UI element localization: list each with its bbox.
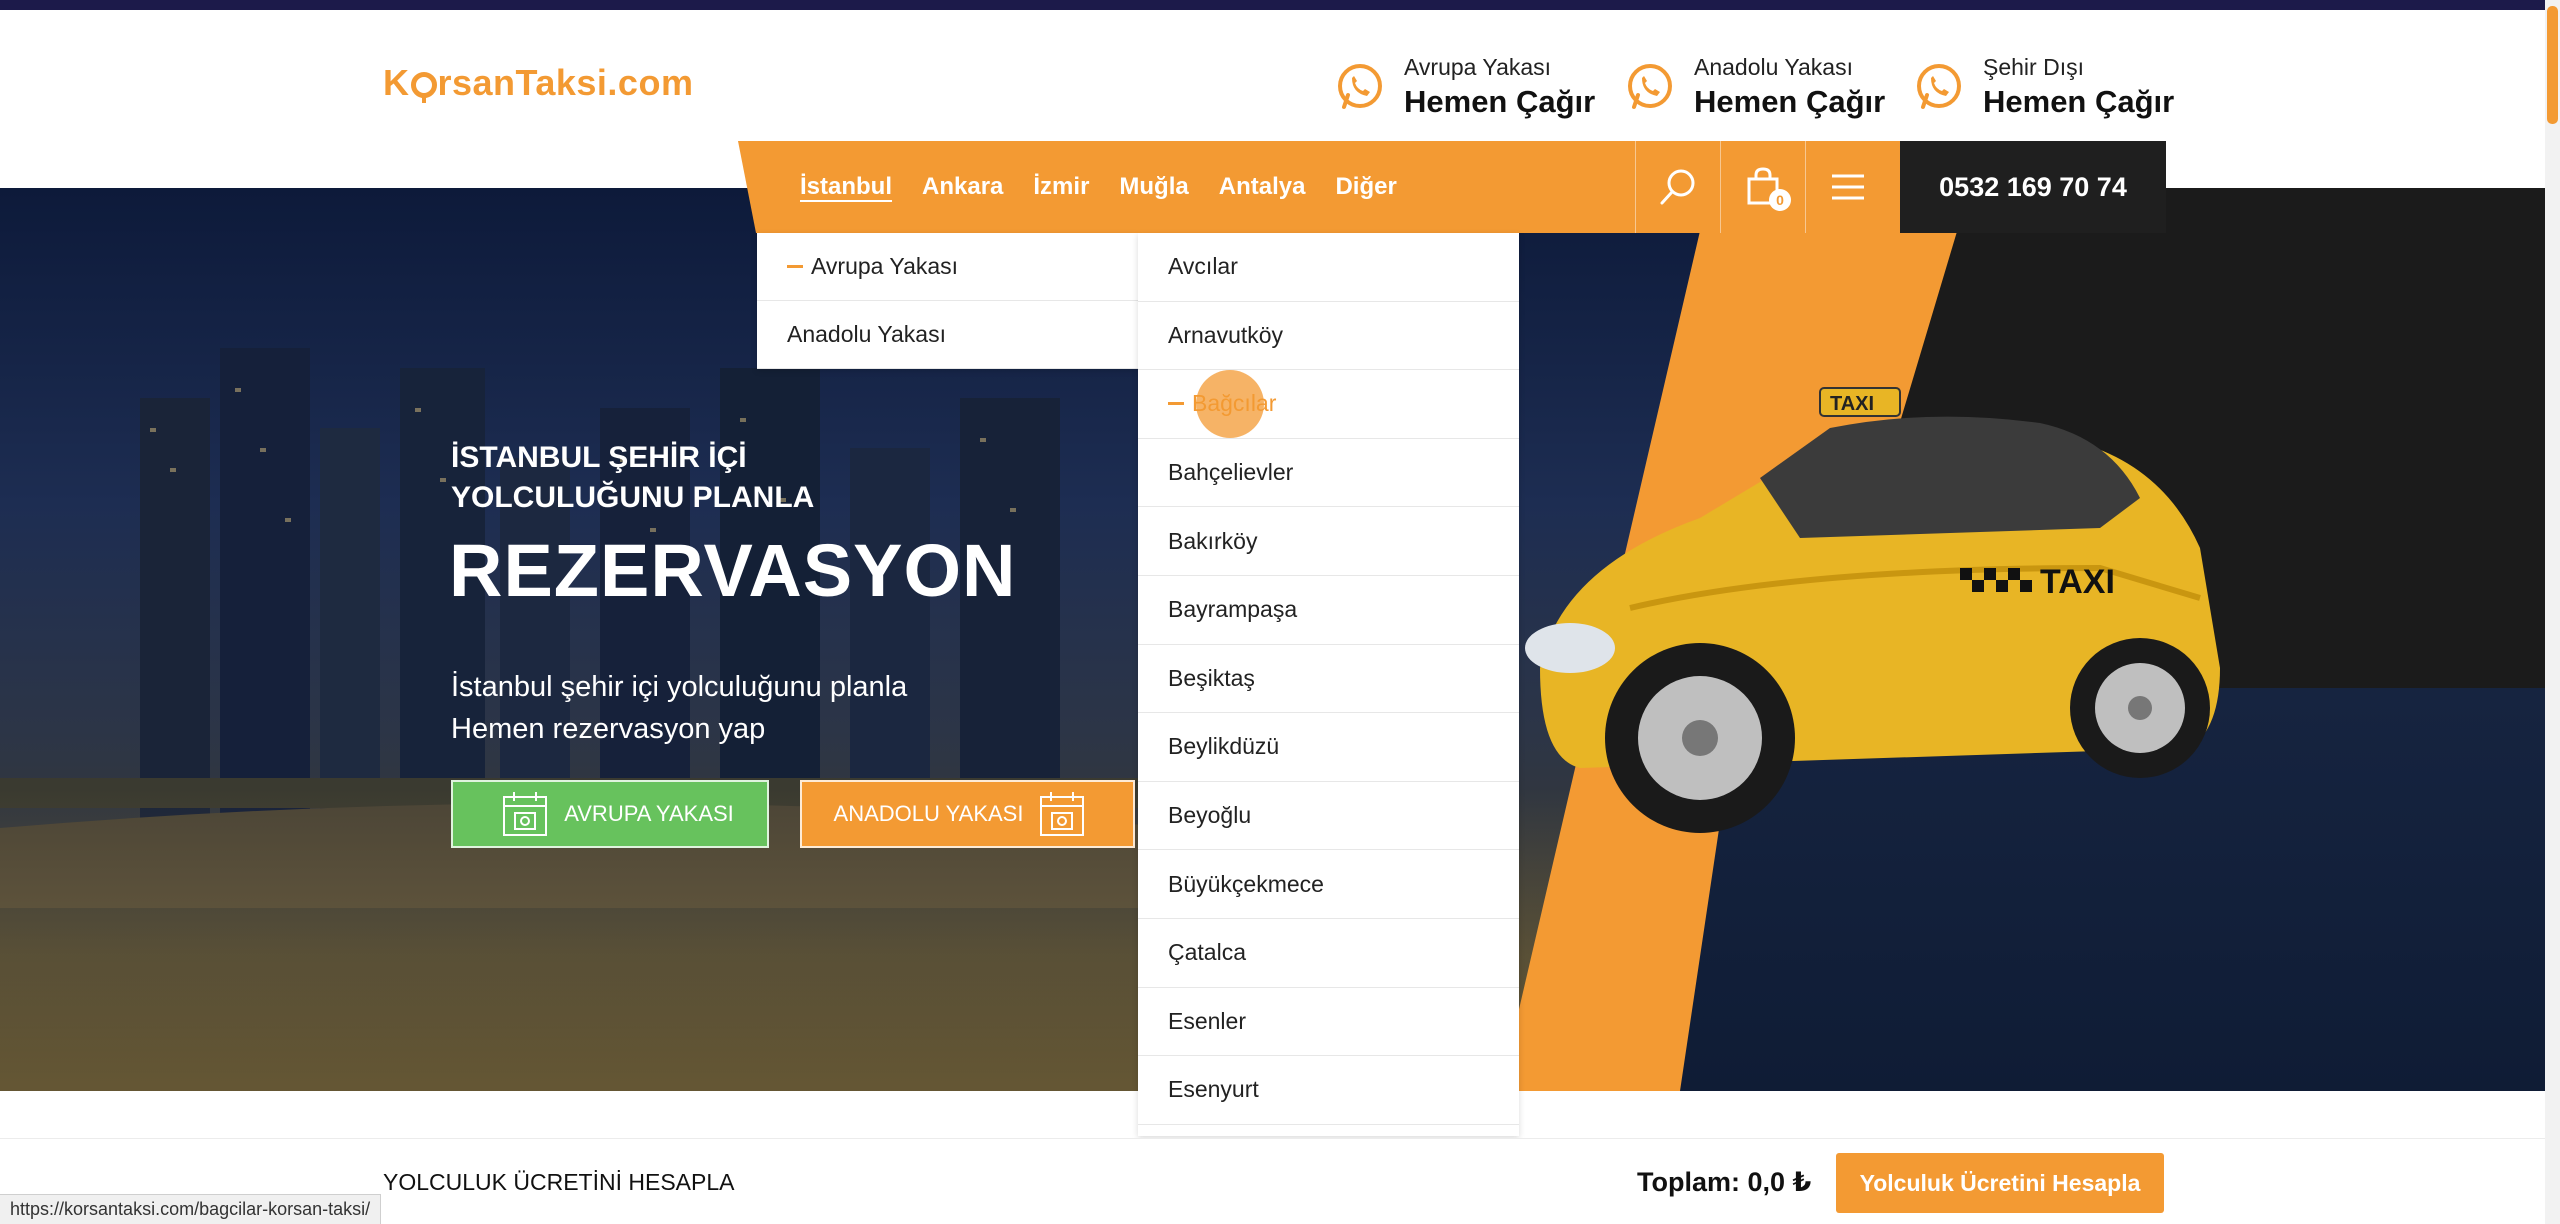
district-label: Beylikdüzü <box>1168 733 1280 760</box>
district-label: Büyükçekmece <box>1168 870 1324 897</box>
logo-text-end: rsanTaksi.com <box>437 62 694 103</box>
cart-button[interactable]: 0 <box>1720 141 1805 233</box>
site-logo[interactable]: KrsanTaksi.com <box>383 62 693 104</box>
district-item[interactable]: Esenler <box>1138 988 1519 1057</box>
status-bar-url: https://korsantaksi.com/bagcilar-korsan-… <box>0 1194 382 1224</box>
calendar-icon <box>1040 792 1085 836</box>
nav-link-ankara[interactable]: Ankara <box>922 173 1003 201</box>
district-label: Bayrampaşa <box>1168 596 1298 623</box>
district-label: Arnavutköy <box>1168 321 1284 348</box>
district-label: Bakırköy <box>1168 527 1258 554</box>
logo-text-start: K <box>383 62 410 103</box>
district-item[interactable]: Beylikdüzü <box>1138 713 1519 782</box>
pin-icon <box>410 72 437 103</box>
svg-text:TAXI: TAXI <box>2040 563 2115 601</box>
calculate-fare-button[interactable]: Yolculuk Ücretini Hesapla <box>1836 1153 2164 1213</box>
district-label: Beyoğlu <box>1168 802 1252 829</box>
district-label: Bahçelievler <box>1168 459 1294 486</box>
district-label: Çatalca <box>1168 939 1246 966</box>
phone-number[interactable]: 0532 169 70 74 <box>1900 141 2166 233</box>
region-item-avrupa[interactable]: Avrupa Yakası <box>757 233 1138 301</box>
nav-link-izmir[interactable]: İzmir <box>1033 173 1089 201</box>
hamburger-icon <box>1832 174 1864 200</box>
active-dash-icon <box>787 265 803 268</box>
call-label: Hemen Çağır <box>1404 84 1596 119</box>
nav-link-mugla[interactable]: Muğla <box>1119 173 1188 201</box>
menu-button[interactable] <box>1805 141 1890 233</box>
district-dropdown: Avcılar Arnavutköy Bağcılar Bahçelievler… <box>1138 233 1519 1136</box>
nav-links: İstanbul Ankara İzmir Muğla Antalya Diğe… <box>800 141 1397 233</box>
call-intercity[interactable]: Şehir Dışı Hemen Çağır <box>1913 50 2174 124</box>
hero-description: İstanbul şehir içi yolculuğunu planla Hem… <box>451 666 907 750</box>
svg-text:TAXI: TAXI <box>1830 393 1874 415</box>
whatsapp-icon <box>1338 64 1382 109</box>
hero-desc-line: Hemen rezervasyon yap <box>451 713 766 745</box>
hero-subtitle-line: YOLCULUĞUNU PLANLA <box>451 481 815 514</box>
district-item[interactable]: Beşiktaş <box>1138 645 1519 714</box>
call-region: Şehir Dışı <box>1983 54 2084 80</box>
top-strip <box>0 0 2545 10</box>
district-item[interactable]: Bayrampaşa <box>1138 576 1519 645</box>
cart-count-badge: 0 <box>1769 189 1791 211</box>
nav-link-istanbul[interactable]: İstanbul <box>800 173 892 201</box>
call-label: Hemen Çağır <box>1983 84 2175 119</box>
district-label: Avcılar <box>1168 253 1238 280</box>
scrollbar-thumb[interactable] <box>2547 6 2558 124</box>
active-dash-icon <box>1168 402 1184 406</box>
district-label: Esenler <box>1168 1007 1246 1034</box>
district-item[interactable]: Esenyurt <box>1138 1056 1519 1125</box>
call-anatolia[interactable]: Anadolu Yakası Hemen Çağır <box>1624 50 1885 124</box>
district-label: Esenyurt <box>1168 1076 1259 1103</box>
hero-title: REZERVASYON <box>449 529 1017 612</box>
district-item[interactable]: Arnavutköy <box>1138 302 1519 371</box>
calendar-icon <box>503 792 548 836</box>
call-region: Avrupa Yakası <box>1404 54 1552 80</box>
fare-calculator-bar: YOLCULUK ÜCRETİNİ HESAPLA Toplam: 0,0 ₺ … <box>0 1138 2545 1224</box>
region-dropdown: Avrupa Yakası Anadolu Yakası <box>757 233 1138 369</box>
whatsapp-icon <box>1628 64 1672 109</box>
main-nav: İstanbul Ankara İzmir Muğla Antalya Diğe… <box>738 141 2560 233</box>
hero-subtitle-line: İSTANBUL ŞEHİR İÇİ <box>451 441 747 474</box>
anatolia-reservation-button[interactable]: ANADOLU YAKASI <box>800 780 1135 848</box>
whatsapp-icon <box>1917 64 1961 109</box>
nav-link-diger[interactable]: Diğer <box>1335 173 1396 201</box>
call-europe[interactable]: Avrupa Yakası Hemen Çağır <box>1334 50 1595 124</box>
district-item-hovered[interactable]: Bağcılar <box>1138 370 1519 439</box>
call-label: Hemen Çağır <box>1694 84 1886 119</box>
district-item[interactable]: Beyoğlu <box>1138 782 1519 851</box>
district-item[interactable]: Bakırköy <box>1138 507 1519 576</box>
hero-subtitle: İSTANBUL ŞEHİR İÇİ YOLCULUĞUNU PLANLA <box>451 438 814 518</box>
district-label: Bağcılar <box>1192 390 1277 417</box>
region-label: Anadolu Yakası <box>787 321 946 347</box>
europe-reservation-button[interactable]: AVRUPA YAKASI <box>451 780 769 848</box>
district-item[interactable]: Bahçelievler <box>1138 439 1519 508</box>
district-label: Beşiktaş <box>1168 664 1255 691</box>
search-icon <box>1660 169 1695 205</box>
taxi-car-image: TAXI TAXI <box>1525 387 2220 833</box>
call-region: Anadolu Yakası <box>1694 54 1853 80</box>
fare-calculator-title: YOLCULUK ÜCRETİNİ HESAPLA <box>383 1169 735 1195</box>
search-button[interactable] <box>1635 141 1720 233</box>
hero-desc-line: İstanbul şehir içi yolculuğunu planla <box>451 671 908 703</box>
district-item[interactable]: Avcılar <box>1138 233 1519 302</box>
fare-total: Toplam: 0,0 ₺ <box>1637 1167 1812 1197</box>
anatolia-button-label: ANADOLU YAKASI <box>833 801 1024 826</box>
nav-link-antalya[interactable]: Antalya <box>1219 173 1306 201</box>
region-label: Avrupa Yakası <box>811 253 959 279</box>
europe-button-label: AVRUPA YAKASI <box>564 801 734 826</box>
district-item[interactable]: Çatalca <box>1138 919 1519 988</box>
region-item-anadolu[interactable]: Anadolu Yakası <box>757 301 1138 369</box>
district-item[interactable]: Büyükçekmece <box>1138 850 1519 919</box>
